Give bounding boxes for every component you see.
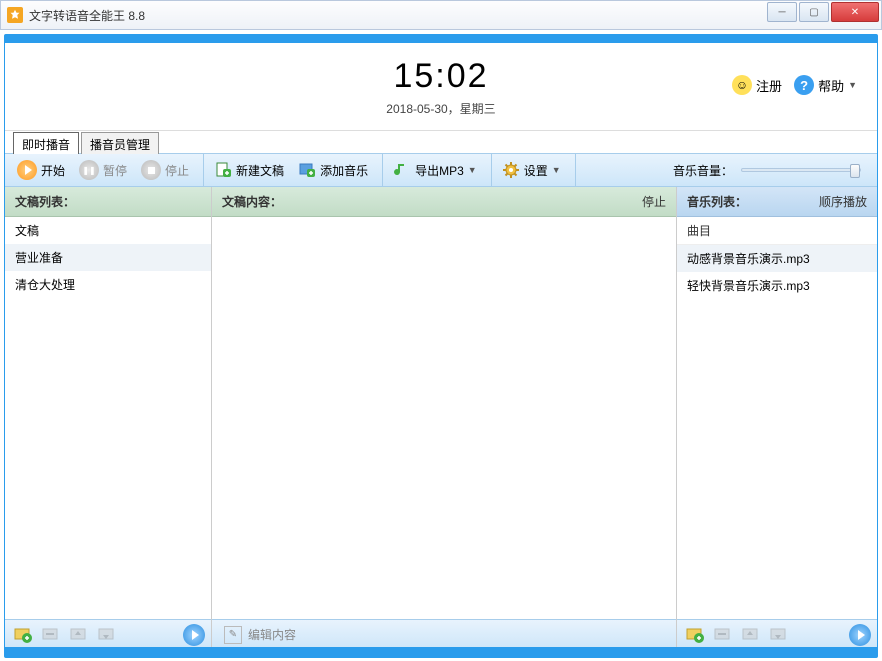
frame-top-border [5,35,877,43]
app-frame: 15:02 2018-05-30，星期三 ☺ 注册 ? 帮助 ▼ 即时播音 播音… [4,34,878,658]
playback-group: 开始 暂停 停止 [11,154,204,186]
pause-button[interactable]: 暂停 [73,156,133,184]
tab-realtime-broadcast[interactable]: 即时播音 [13,132,79,154]
document-list-footer [5,619,211,649]
gear-icon [502,161,520,179]
settings-label: 设置 [524,162,548,179]
help-icon: ? [794,75,814,95]
list-item[interactable]: 动感背景音乐演示.mp3 [677,245,877,272]
window-controls: ─ ▢ ✕ [767,1,881,29]
play-music-button[interactable] [849,624,871,646]
document-content-footer: ✎ 编辑内容 [212,619,676,649]
settings-button[interactable]: 设置 ▼ [496,157,567,183]
add-item-button[interactable] [11,624,35,646]
move-up-button[interactable] [67,624,91,646]
remove-music-item-button[interactable] [711,624,735,646]
frame-bottom-border [5,647,877,657]
music-move-up-button[interactable] [739,624,763,646]
edit-content-bar: ✎ 编辑内容 [218,626,670,644]
content-stop-button[interactable]: 停止 [642,193,666,210]
document-group: 新建文稿 添加音乐 [208,154,383,186]
clock-time: 15:02 [386,57,495,96]
music-column-header: 曲目 [677,217,877,245]
document-list-header: 文稿列表： [5,187,211,217]
list-item[interactable]: 清仓大处理 [5,271,211,298]
play-list-button[interactable] [183,624,205,646]
new-document-button[interactable]: 新建文稿 [208,157,290,183]
document-list-body[interactable]: 文稿 营业准备 清仓大处理 [5,217,211,619]
header-right-buttons: ☺ 注册 ? 帮助 ▼ [732,75,857,95]
music-move-down-button[interactable] [767,624,791,646]
chevron-down-icon: ▼ [552,165,561,175]
move-down-button[interactable] [95,624,119,646]
register-label: 注册 [756,76,782,95]
minimize-button[interactable]: ─ [767,2,797,22]
tab-announcer-manage[interactable]: 播音员管理 [81,132,159,154]
add-music-button[interactable]: 添加音乐 [292,157,374,183]
volume-section: 音乐音量： [673,162,871,179]
clock-block: 15:02 2018-05-30，星期三 [386,57,495,117]
edit-icon[interactable]: ✎ [224,626,242,644]
start-label: 开始 [41,162,65,179]
volume-slider[interactable] [741,168,861,172]
export-group: 导出MP3 ▼ [387,154,492,186]
remove-item-button[interactable] [39,624,63,646]
list-item[interactable]: 文稿 [5,217,211,244]
header-section: 15:02 2018-05-30，星期三 ☺ 注册 ? 帮助 ▼ [5,43,877,131]
tabs-row: 即时播音 播音员管理 [5,131,877,153]
list-item[interactable]: 轻快背景音乐演示.mp3 [677,272,877,299]
help-button[interactable]: ? 帮助 ▼ [794,75,857,95]
document-list-panel: 文稿列表： 文稿 营业准备 清仓大处理 [5,187,212,649]
add-music-item-button[interactable] [683,624,707,646]
document-content-body[interactable] [212,217,676,619]
register-button[interactable]: ☺ 注册 [732,75,782,95]
clock-date: 2018-05-30，星期三 [386,100,495,117]
document-list-title: 文稿列表： [15,193,75,210]
smiley-icon: ☺ [732,75,752,95]
music-note-icon [393,161,411,179]
content-row: 文稿列表： 文稿 营业准备 清仓大处理 [5,187,877,649]
maximize-button[interactable]: ▢ [799,2,829,22]
document-content-header: 文稿内容： 停止 [212,187,676,217]
app-icon [7,7,23,23]
window-title: 文字转语音全能王 8.8 [29,7,767,24]
chevron-down-icon: ▼ [468,165,477,175]
start-button[interactable]: 开始 [11,156,71,184]
music-list-panel: 音乐列表： 顺序播放 曲目 动感背景音乐演示.mp3 轻快背景音乐演示.mp3 [677,187,877,649]
music-list-title: 音乐列表： [687,193,747,210]
document-content-panel: 文稿内容： 停止 ✎ 编辑内容 [212,187,677,649]
music-list-footer [677,619,877,649]
add-music-icon [298,161,316,179]
music-list-header: 音乐列表： 顺序播放 [677,187,877,217]
new-document-icon [214,161,232,179]
chevron-down-icon: ▼ [848,80,857,90]
pause-icon [79,160,99,180]
pause-label: 暂停 [103,162,127,179]
play-mode-button[interactable]: 顺序播放 [819,193,867,210]
export-mp3-label: 导出MP3 [415,162,464,179]
settings-group: 设置 ▼ [496,154,576,186]
close-button[interactable]: ✕ [831,2,879,22]
new-document-label: 新建文稿 [236,162,284,179]
volume-label: 音乐音量： [673,162,733,179]
document-content-title: 文稿内容： [222,193,282,210]
stop-label: 停止 [165,162,189,179]
volume-slider-thumb[interactable] [850,164,860,178]
stop-button[interactable]: 停止 [135,156,195,184]
main-toolbar: 开始 暂停 停止 新建文稿 添加音乐 [5,153,877,187]
add-music-label: 添加音乐 [320,162,368,179]
list-item[interactable]: 营业准备 [5,244,211,271]
edit-placeholder: 编辑内容 [248,626,296,643]
help-label: 帮助 [818,76,844,95]
play-icon [17,160,37,180]
music-list-body[interactable]: 曲目 动感背景音乐演示.mp3 轻快背景音乐演示.mp3 [677,217,877,619]
export-mp3-button[interactable]: 导出MP3 ▼ [387,157,483,183]
stop-icon [141,160,161,180]
window-titlebar: 文字转语音全能王 8.8 ─ ▢ ✕ [0,0,882,30]
